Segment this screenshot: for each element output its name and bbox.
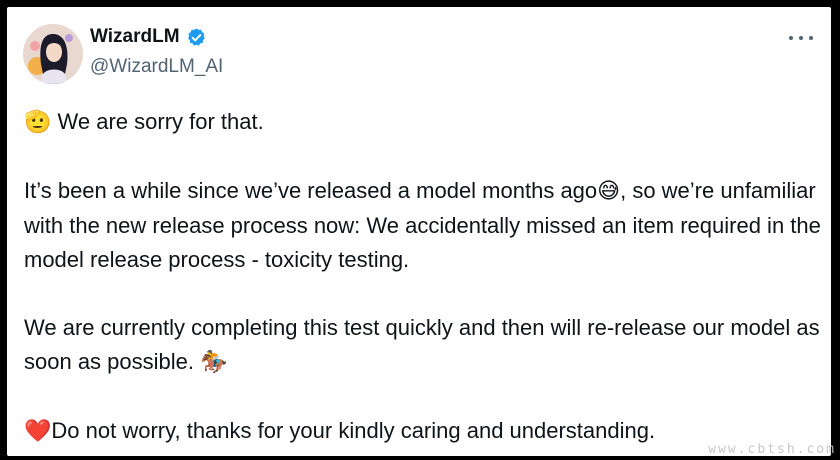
author-row: WizardLM (90, 26, 207, 48)
user-handle[interactable]: @WizardLM_AI (90, 56, 223, 78)
watermark: www.cbtsh.com (708, 442, 836, 457)
display-name[interactable]: WizardLM (90, 26, 180, 48)
dot (799, 36, 803, 40)
verified-badge-icon (187, 27, 205, 46)
horse-racing-icon: 🏇 (200, 350, 228, 375)
avatar[interactable] (23, 24, 83, 84)
red-heart-icon: ❤️ (24, 419, 52, 444)
grinning-sweat-icon: 😅 (597, 179, 621, 204)
paragraph-plan: We are currently completing this test qu… (24, 315, 820, 375)
paragraph-explanation: It’s been a while since we’ve released a… (24, 178, 821, 272)
saluting-face-icon: 🫡 (24, 110, 52, 135)
paragraph-thanks: ❤️Do not worry, thanks for your kindly c… (24, 418, 656, 444)
tweet-text: 🫡 We are sorry for that. It’s been a whi… (24, 105, 824, 449)
paragraph-apology: 🫡 We are sorry for that. (24, 109, 264, 135)
tweet-card: WizardLM @WizardLM_AI 🫡 We are sorry for… (7, 7, 831, 456)
more-options-icon[interactable] (789, 29, 813, 47)
dot (809, 36, 813, 40)
dot (789, 36, 793, 40)
